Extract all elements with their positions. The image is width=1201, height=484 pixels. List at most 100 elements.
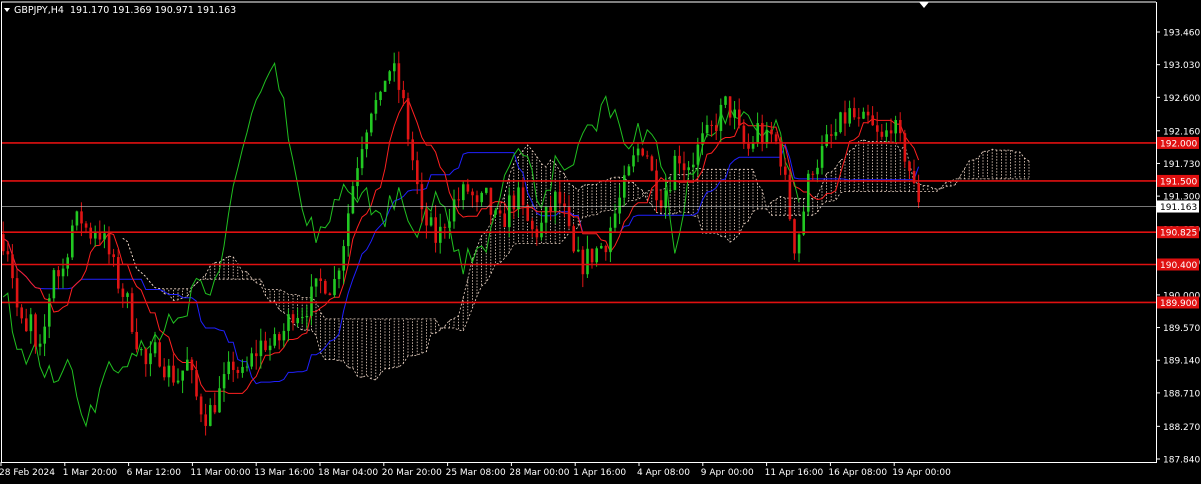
candle-body — [273, 334, 276, 346]
price-tick-label: 192.160 — [1163, 127, 1200, 137]
candle-body — [738, 109, 741, 126]
candle-body — [232, 361, 235, 370]
candle[interactable] — [130, 287, 134, 335]
candle-body — [301, 317, 304, 319]
candle-body — [682, 163, 686, 171]
candle[interactable] — [158, 338, 161, 368]
candle-body — [480, 192, 483, 203]
candle-body — [774, 134, 778, 142]
candle-body — [153, 342, 157, 354]
candle-body — [816, 167, 819, 175]
candle[interactable] — [406, 92, 410, 147]
candle-body — [250, 353, 253, 367]
candle-body — [43, 326, 46, 344]
time-tick-label: 1 Apr 16:00 — [573, 468, 626, 478]
candle-body — [807, 173, 810, 212]
time-tick-label: 1 Mar 20:00 — [63, 468, 118, 478]
candle-body — [590, 248, 594, 263]
candle-body — [880, 131, 884, 137]
price-chart[interactable]: 193.460193.030192.600192.160191.730191.3… — [0, 0, 1201, 484]
time-tick-label: 28 Feb 2024 — [0, 468, 55, 478]
candle-body — [848, 108, 851, 124]
candle-body — [84, 223, 88, 228]
symbol-timeframe: GBPJPY,H4 — [14, 5, 64, 16]
candle-body — [692, 164, 695, 168]
candle-body — [370, 113, 373, 133]
candle-body — [715, 125, 718, 131]
price-tick-label: 193.460 — [1163, 29, 1200, 39]
candle-body — [664, 190, 667, 208]
candle-body — [103, 233, 106, 240]
candle-body — [213, 405, 217, 413]
candle-body — [894, 120, 897, 134]
candle-body — [876, 125, 879, 132]
candle-body — [512, 195, 516, 210]
candle-body — [687, 167, 690, 171]
candle-body — [324, 280, 327, 294]
candle-body — [908, 161, 911, 172]
candle[interactable] — [673, 149, 677, 191]
candle[interactable] — [641, 147, 644, 157]
candle-body — [641, 148, 644, 156]
candle-body — [140, 349, 143, 351]
candle[interactable] — [572, 223, 575, 254]
candle[interactable] — [383, 80, 387, 92]
candle-body — [825, 134, 828, 147]
candle-body — [135, 331, 138, 350]
candle[interactable] — [52, 268, 56, 303]
candle[interactable] — [788, 169, 792, 221]
candle-body — [397, 63, 401, 90]
candle-body — [724, 96, 727, 105]
candle-body — [2, 234, 5, 252]
candle-body — [857, 117, 861, 119]
time-tick-label: 11 Mar 00:00 — [190, 468, 250, 478]
time-tick-label: 9 Apr 00:00 — [701, 468, 754, 478]
candle-body — [121, 288, 125, 297]
time-tick-label: 11 Apr 16:00 — [765, 468, 824, 478]
candle-body — [494, 210, 497, 215]
candle-body — [650, 156, 654, 171]
candle-body — [485, 187, 488, 193]
candle-body — [885, 130, 888, 137]
candle-body — [899, 120, 902, 134]
candle[interactable] — [71, 219, 74, 261]
candle-body — [374, 100, 378, 114]
candle-body — [443, 226, 447, 228]
candle-body — [862, 111, 865, 119]
price-tick-label: 191.730 — [1163, 160, 1200, 170]
candle-body — [172, 365, 175, 383]
candle-body — [623, 175, 626, 198]
candle[interactable] — [839, 111, 842, 134]
time-tick-label: 16 Apr 08:00 — [828, 468, 887, 478]
candle-body — [176, 380, 180, 383]
candle-body — [11, 254, 14, 279]
candle-body — [149, 353, 152, 365]
candle-body — [259, 340, 263, 357]
candle-body — [434, 217, 437, 243]
candle-body — [333, 279, 336, 296]
candle-body — [531, 220, 534, 230]
candle-body — [917, 183, 920, 203]
candle[interactable] — [650, 154, 654, 172]
level-label: 190.400 — [1160, 261, 1197, 271]
candle-body — [811, 173, 815, 175]
candle-body — [80, 211, 83, 224]
candle-body — [429, 217, 433, 226]
candle-body — [830, 134, 833, 136]
candle-body — [540, 222, 543, 238]
candle[interactable] — [807, 170, 810, 216]
candle-body — [89, 227, 92, 239]
candle-body — [903, 133, 907, 162]
time-tick-label: 13 Mar 16:00 — [254, 468, 314, 478]
candle-body — [94, 232, 97, 239]
candle-body — [797, 234, 801, 254]
candle-body — [181, 370, 184, 381]
candle-body — [52, 270, 56, 299]
candle-body — [765, 129, 769, 144]
candle-body — [871, 115, 874, 126]
candle-body — [448, 221, 451, 228]
candle-body — [535, 229, 539, 238]
candle[interactable] — [324, 279, 327, 295]
candle-body — [839, 112, 842, 133]
candle-body — [793, 219, 796, 254]
